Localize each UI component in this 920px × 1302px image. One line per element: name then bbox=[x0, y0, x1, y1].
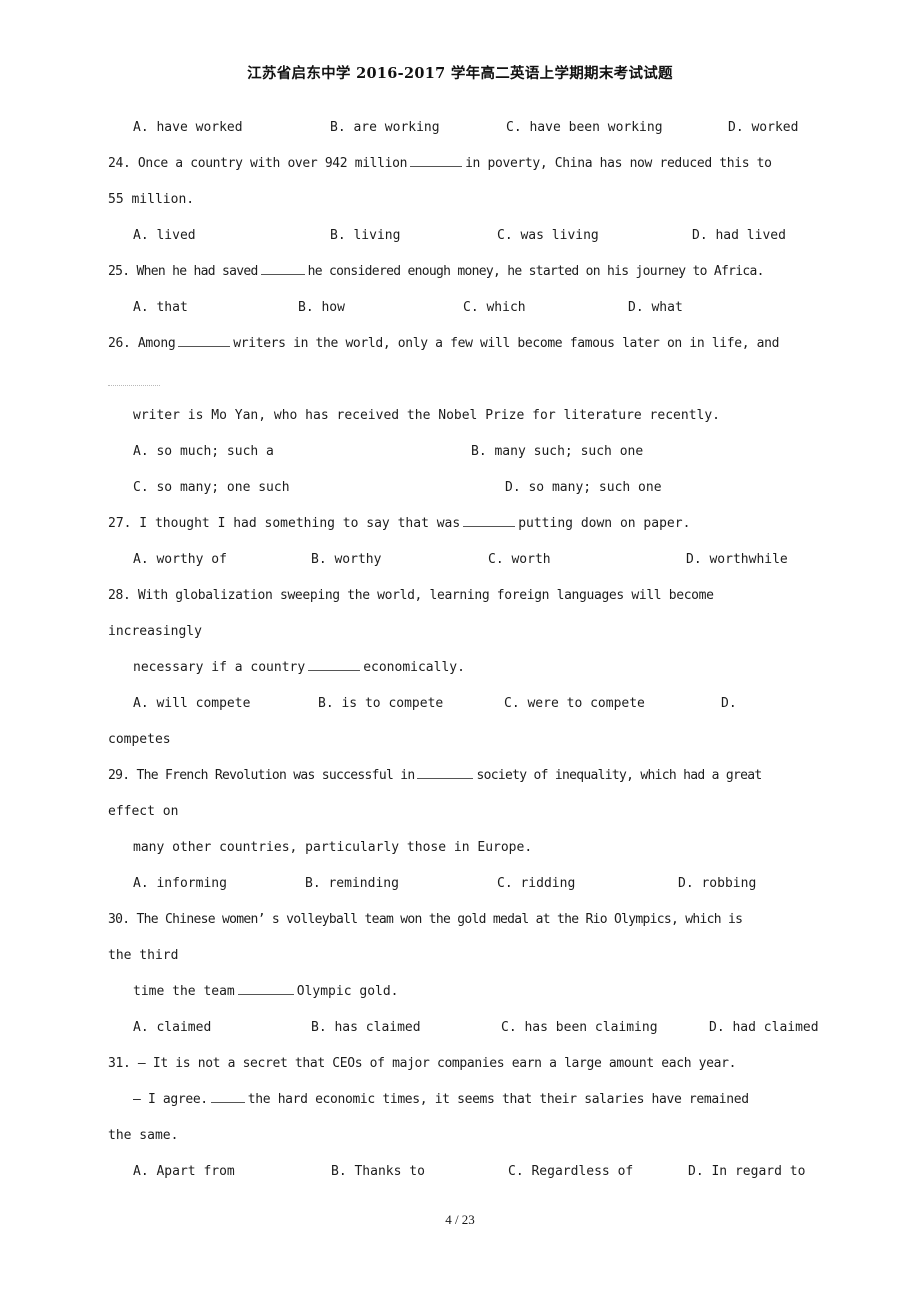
exam-page: 江苏省启东中学 2016-2017 学年高二英语上学期期末考试试题 A. hav… bbox=[0, 0, 920, 1302]
answer-blank[interactable] bbox=[210, 1090, 245, 1103]
option-c[interactable]: C. ridding bbox=[497, 866, 575, 902]
option-b[interactable]: B. many such; such one bbox=[471, 434, 643, 470]
option-d[interactable]: D. bbox=[721, 686, 737, 722]
question-29-options: A. informing B. reminding C. ridding D. … bbox=[133, 866, 820, 902]
answer-blank[interactable] bbox=[410, 154, 463, 167]
option-b[interactable]: B. is to compete bbox=[318, 686, 443, 722]
question-26-stem-line-1: 26. Among writers in the world, only a fe… bbox=[108, 326, 820, 362]
question-26-stem-line-3: writer is Mo Yan, who has received the N… bbox=[133, 408, 720, 423]
question-30-stem-text-b: Olympic gold. bbox=[296, 984, 399, 999]
question-28-stem-line-3: necessary if a country economically. bbox=[133, 650, 820, 686]
option-b[interactable]: B. has claimed bbox=[311, 1010, 421, 1046]
question-29-stem-text-b: society of inequality, which had a great bbox=[476, 768, 762, 783]
question-28-stem-line-2: increasingly bbox=[108, 624, 202, 639]
question-26-orphan-blank-line bbox=[108, 362, 820, 398]
question-30-options: A. claimed B. has claimed C. has been cl… bbox=[133, 1010, 820, 1046]
question-29-stem-line-2: effect on bbox=[108, 804, 179, 819]
question-24-stem-text-b: in poverty, China has now reduced this t… bbox=[465, 156, 772, 171]
option-a[interactable]: A. have worked bbox=[133, 110, 243, 146]
question-31-stem-line-2: — I agree. the hard economic times, it se… bbox=[133, 1082, 820, 1118]
question-27-stem-text-b: putting down on paper. bbox=[518, 516, 691, 531]
option-a[interactable]: A. will compete bbox=[133, 686, 250, 722]
option-d[interactable]: D. worked bbox=[728, 110, 798, 146]
question-31-options: A. Apart from B. Thanks to C. Regardless… bbox=[133, 1154, 820, 1190]
option-c[interactable]: C. were to compete bbox=[504, 686, 645, 722]
option-c[interactable]: C. Regardless of bbox=[508, 1154, 633, 1190]
exam-body: A. have worked B. are working C. have be… bbox=[108, 110, 820, 1190]
option-a[interactable]: A. lived bbox=[133, 218, 196, 254]
option-c[interactable]: C. was living bbox=[497, 218, 599, 254]
question-31-stem-line-3: the same. bbox=[108, 1128, 179, 1143]
question-28-stem-text-b: economically. bbox=[363, 660, 465, 675]
question-25-stem-line-1: 25. When he had saved he considered enoug… bbox=[108, 254, 820, 290]
option-a[interactable]: A. Apart from bbox=[133, 1154, 235, 1190]
option-row-carryover: A. have worked B. are working C. have be… bbox=[133, 110, 820, 146]
answer-blank-orphan[interactable] bbox=[108, 384, 160, 386]
question-28-stem-text-a: necessary if a country bbox=[133, 660, 306, 675]
answer-blank[interactable] bbox=[178, 334, 231, 347]
option-b[interactable]: B. living bbox=[330, 218, 400, 254]
answer-blank[interactable] bbox=[463, 514, 516, 527]
option-c[interactable]: C. so many; one such bbox=[133, 470, 290, 506]
option-d[interactable]: D. what bbox=[628, 290, 683, 326]
question-24-stem-line-2: 55 million. bbox=[108, 192, 195, 207]
option-a[interactable]: A. claimed bbox=[133, 1010, 211, 1046]
option-d[interactable]: D. In regard to bbox=[688, 1154, 805, 1190]
question-24-options: A. lived B. living C. was living D. had … bbox=[133, 218, 820, 254]
option-d[interactable]: D. worthwhile bbox=[686, 542, 788, 578]
answer-blank[interactable] bbox=[308, 658, 361, 671]
option-b[interactable]: B. reminding bbox=[305, 866, 399, 902]
question-26-options-row-1: A. so much; such a B. many such; such on… bbox=[133, 434, 820, 470]
question-28-options: A. will compete B. is to compete C. were… bbox=[133, 686, 820, 722]
question-30-stem-line-2: the third bbox=[108, 948, 179, 963]
option-c[interactable]: C. has been claiming bbox=[501, 1010, 658, 1046]
option-d[interactable]: D. had claimed bbox=[709, 1010, 819, 1046]
question-31-stem-text-a: — I agree. bbox=[133, 1092, 208, 1107]
page-title: 江苏省启东中学 2016-2017 学年高二英语上学期期末考试试题 bbox=[247, 65, 673, 82]
question-24-stem-line-1: 24. Once a country with over 942 million… bbox=[108, 146, 820, 182]
question-28-option-d-overflow: competes bbox=[108, 732, 171, 747]
option-b[interactable]: B. worthy bbox=[311, 542, 381, 578]
option-c[interactable]: C. worth bbox=[488, 542, 551, 578]
question-28-stem-line-1: 28. With globalization sweeping the worl… bbox=[108, 588, 714, 603]
option-c[interactable]: C. which bbox=[463, 290, 526, 326]
question-25-options: A. that B. how C. which D. what bbox=[133, 290, 820, 326]
question-26-options-row-2: C. so many; one such D. so many; such on… bbox=[133, 470, 820, 506]
option-b[interactable]: B. how bbox=[298, 290, 345, 326]
answer-blank[interactable] bbox=[417, 766, 474, 779]
question-31-stem-line-1: 31. — It is not a secret that CEOs of ma… bbox=[108, 1056, 737, 1071]
question-27-stem-line-1: 27. I thought I had something to say tha… bbox=[108, 506, 820, 542]
question-27-stem-text-a: 27. I thought I had something to say tha… bbox=[108, 516, 461, 531]
question-30-stem-text-a: time the team bbox=[133, 984, 235, 999]
option-a[interactable]: A. informing bbox=[133, 866, 227, 902]
option-a[interactable]: A. that bbox=[133, 290, 188, 326]
question-31-stem-text-b: the hard economic times, it seems that t… bbox=[247, 1092, 749, 1107]
question-29-stem-text-a: 29. The French Revolution was successful… bbox=[108, 768, 415, 783]
answer-blank[interactable] bbox=[237, 982, 294, 995]
option-d[interactable]: D. robbing bbox=[678, 866, 756, 902]
question-30-stem-line-3: time the team Olympic gold. bbox=[133, 974, 820, 1010]
question-24-stem-text-a: 24. Once a country with over 942 million bbox=[108, 156, 408, 171]
option-a[interactable]: A. worthy of bbox=[133, 542, 227, 578]
page-number-footer: 4 / 23 bbox=[445, 1212, 475, 1227]
option-b[interactable]: B. Thanks to bbox=[331, 1154, 425, 1190]
option-d[interactable]: D. had lived bbox=[692, 218, 786, 254]
answer-blank[interactable] bbox=[260, 262, 305, 275]
question-30-stem-line-1: 30. The Chinese women’ s volleyball team… bbox=[108, 912, 743, 927]
option-a[interactable]: A. so much; such a bbox=[133, 434, 274, 470]
question-25-stem-text-a: 25. When he had saved bbox=[108, 264, 258, 279]
question-29-stem-line-1: 29. The French Revolution was successful… bbox=[108, 758, 820, 794]
option-c[interactable]: C. have been working bbox=[506, 110, 663, 146]
question-27-options: A. worthy of B. worthy C. worth D. worth… bbox=[133, 542, 820, 578]
question-26-stem-text-b: writers in the world, only a few will be… bbox=[233, 336, 780, 351]
option-d[interactable]: D. so many; such one bbox=[505, 470, 662, 506]
question-29-stem-line-3: many other countries, particularly those… bbox=[133, 840, 533, 855]
option-b[interactable]: B. are working bbox=[330, 110, 440, 146]
question-26-stem-text-a: 26. Among bbox=[108, 336, 176, 351]
question-25-stem-text-b: he considered enough money, he started o… bbox=[307, 264, 765, 279]
